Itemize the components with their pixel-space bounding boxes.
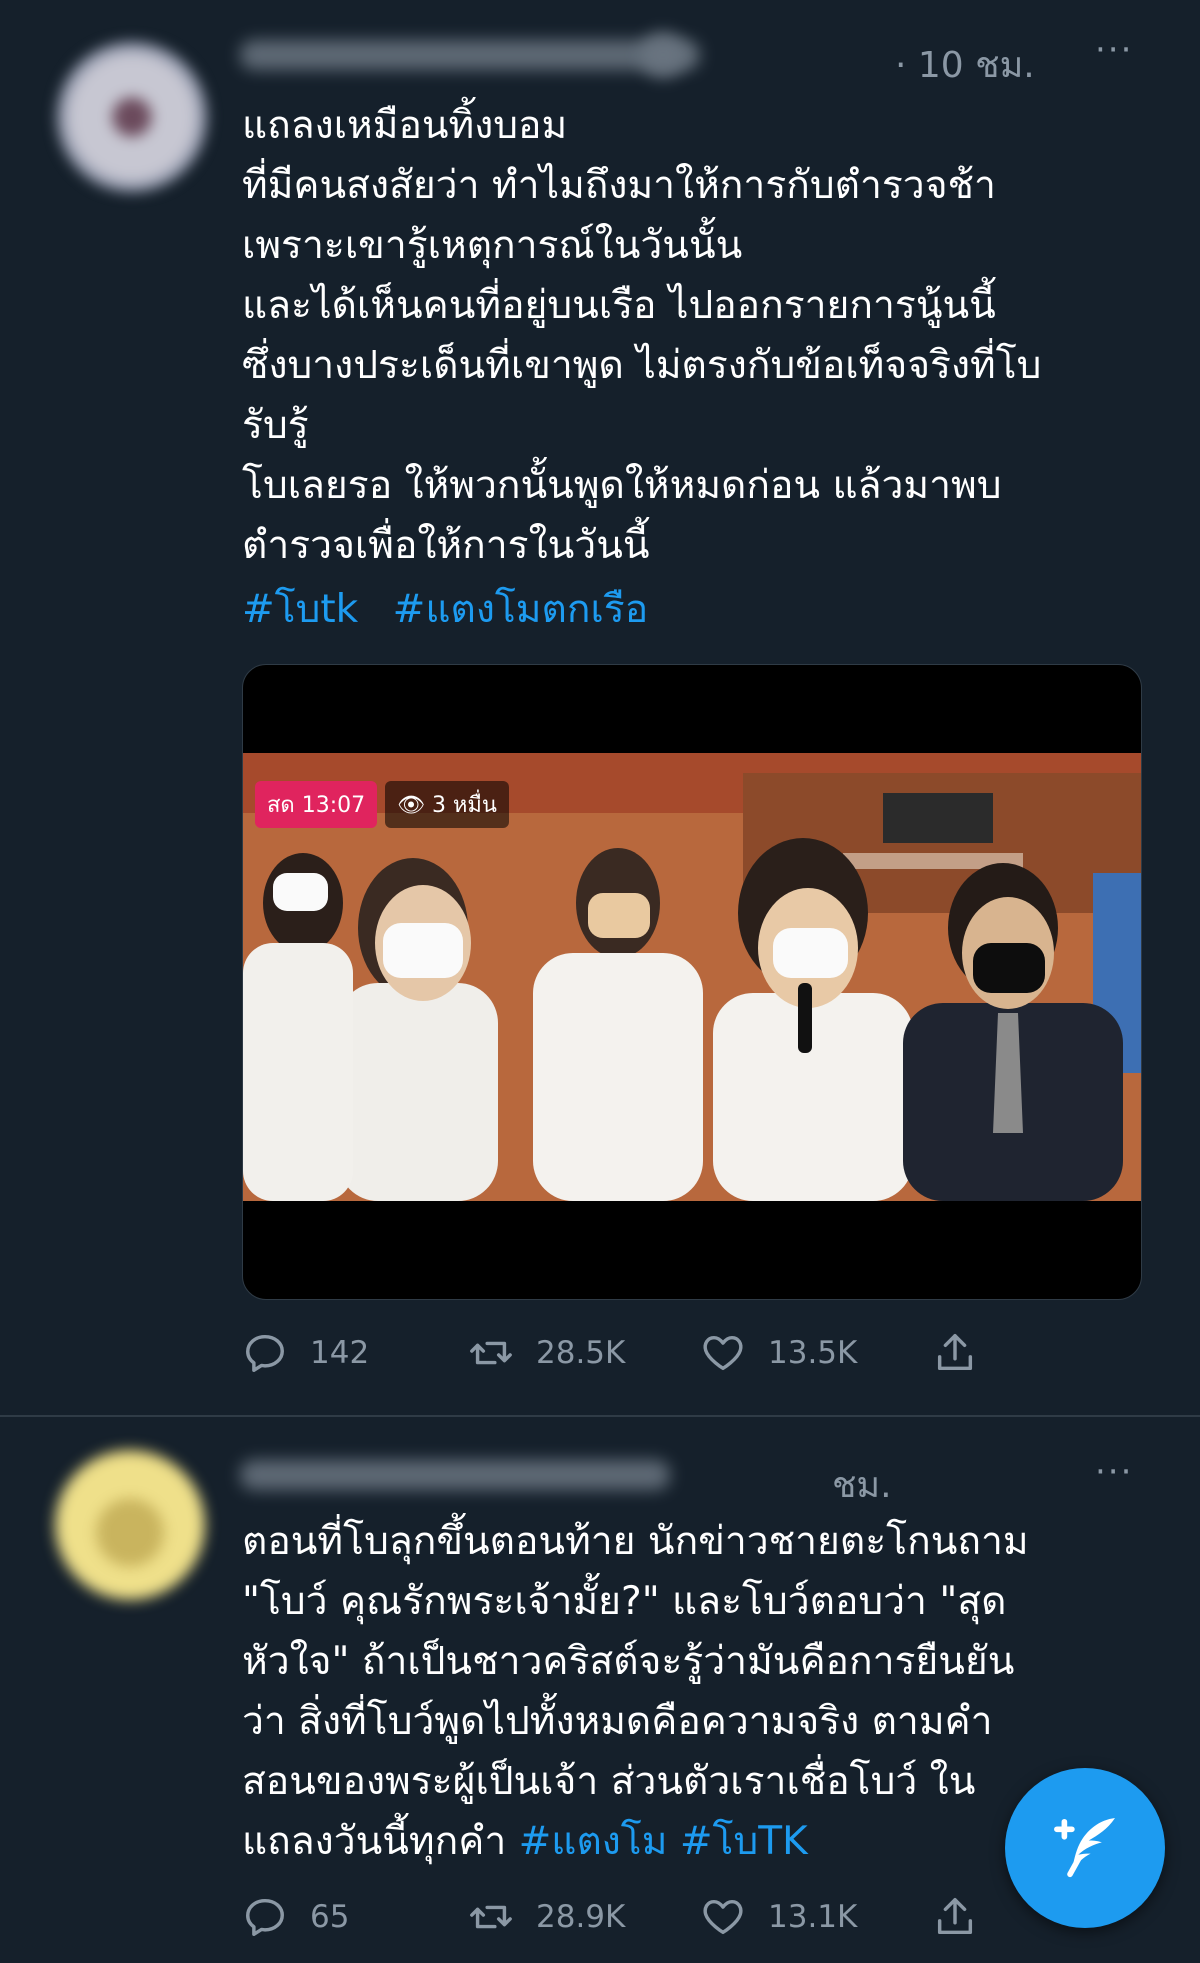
- share-button[interactable]: [932, 1330, 1000, 1376]
- video-frame[interactable]: สด 13:07 👁 3 หมื่น: [243, 753, 1141, 1201]
- share-icon: [937, 1334, 973, 1371]
- reply-count: 142: [310, 1335, 370, 1371]
- heart-icon: [703, 1335, 743, 1371]
- tweet-line-text: แถลงวันนี้ทุกคำ: [242, 1819, 519, 1864]
- tweet-line: แถลงเหมือนทิ้งบอม: [242, 103, 568, 148]
- more-options-icon[interactable]: ···: [1095, 30, 1133, 70]
- tweet-actions: 65 28.9K 13.1K: [242, 1892, 1022, 1942]
- tweet-time[interactable]: · 10 ชม.: [895, 36, 1035, 93]
- compose-tweet-button[interactable]: [1005, 1768, 1165, 1928]
- tweet-line: โบเลยรอ ให้พวกนั้นพูดให้หมดก่อน แล้วมาพบ: [242, 463, 1002, 508]
- more-options-icon[interactable]: ···: [1095, 1452, 1133, 1492]
- view-count-badge: 👁 3 หมื่น: [385, 781, 509, 828]
- tweet-line: หัวใจ" ถ้าเป็นชาวคริสต์จะรู้ว่ามันคือการ…: [242, 1639, 1015, 1684]
- video-media[interactable]: สด 13:07 👁 3 หมื่น: [242, 664, 1142, 1300]
- tweet-line: รับรู้: [242, 403, 309, 448]
- tweet-time[interactable]: ชม.: [832, 1456, 892, 1513]
- share-button[interactable]: [932, 1894, 1000, 1940]
- reply-icon: [246, 1334, 284, 1372]
- hashtag-link[interactable]: #โบtk: [242, 587, 358, 632]
- like-count: 13.5K: [768, 1335, 858, 1371]
- tweet[interactable]: · 10 ชม. ··· แถลงเหมือนทิ้งบอม ที่มีคนสง…: [0, 0, 1200, 1415]
- retweet-button[interactable]: 28.9K: [468, 1894, 625, 1940]
- tweet-line: ตำรวจเพื่อให้การในวันนี้: [242, 523, 650, 568]
- blurred-username[interactable]: [240, 1460, 670, 1490]
- compose-tweet-icon: [1054, 1818, 1115, 1878]
- tweet-line: "โบว์ คุณรักพระเจ้ามั้ย?" และโบว์ตอบว่า …: [242, 1579, 1007, 1624]
- view-count: 3 หมื่น: [431, 793, 497, 818]
- tweet-line: ที่มีคนสงสัยว่า ทำไมถึงมาให้การกับตำรวจช…: [242, 163, 996, 208]
- retweet-count: 28.5K: [536, 1335, 626, 1371]
- avatar[interactable]: [55, 1450, 205, 1600]
- hashtag-link[interactable]: #โบTK: [680, 1819, 808, 1864]
- tweet-line: ว่า สิ่งที่โบว์พูดไปทั้งหมดคือความจริง ต…: [242, 1699, 993, 1744]
- like-button[interactable]: 13.1K: [700, 1894, 857, 1940]
- hashtag-link[interactable]: #แตงโมตกเรือ: [393, 587, 648, 632]
- tweet-line: ตอนที่โบลุกขึ้นตอนท้าย นักข่าวชายตะโกนถา…: [242, 1519, 1029, 1564]
- hashtags: #โบtk #แตงโมตกเรือ: [242, 580, 670, 640]
- tweet-line: เพราะเขารู้เหตุการณ์ในวันนั้น: [242, 223, 743, 268]
- tweet-text: แถลงเหมือนทิ้งบอม ที่มีคนสงสัยว่า ทำไมถึ…: [242, 96, 1142, 576]
- press-conference-image: [243, 753, 1141, 1201]
- retweet-button[interactable]: 28.5K: [468, 1330, 625, 1376]
- blurred-verified-badge: [640, 32, 686, 78]
- tweet-line: สอนของพระผู้เป็นเจ้า ส่วนตัวเราเชื่อโบว์…: [242, 1759, 976, 1804]
- tweet-text: ตอนที่โบลุกขึ้นตอนท้าย นักข่าวชายตะโกนถา…: [242, 1512, 1142, 1872]
- like-count: 13.1K: [768, 1899, 858, 1935]
- heart-icon: [703, 1899, 743, 1935]
- retweet-icon: [470, 1341, 512, 1365]
- tweet-line: และได้เห็นคนที่อยู่บนเรือ ไปออกรายการนู้…: [242, 283, 996, 328]
- retweet-count: 28.9K: [536, 1899, 626, 1935]
- retweet-icon: [470, 1905, 512, 1929]
- tweet-actions: 142 28.5K 13.5K: [242, 1328, 1022, 1378]
- reply-icon: [246, 1898, 284, 1936]
- live-badge: สด 13:07: [255, 781, 378, 828]
- hashtag-link[interactable]: #แตงโม: [519, 1819, 668, 1864]
- tweet-line: ซึ่งบางประเด็นที่เขาพูด ไม่ตรงกับข้อเท็จ…: [242, 343, 1042, 388]
- reply-button[interactable]: 65: [242, 1894, 349, 1940]
- reply-button[interactable]: 142: [242, 1330, 369, 1376]
- like-button[interactable]: 13.5K: [700, 1330, 857, 1376]
- reply-count: 65: [310, 1899, 350, 1935]
- eye-icon: 👁: [397, 793, 432, 818]
- blurred-username[interactable]: [240, 40, 700, 70]
- share-icon: [937, 1898, 973, 1935]
- avatar[interactable]: [57, 42, 207, 192]
